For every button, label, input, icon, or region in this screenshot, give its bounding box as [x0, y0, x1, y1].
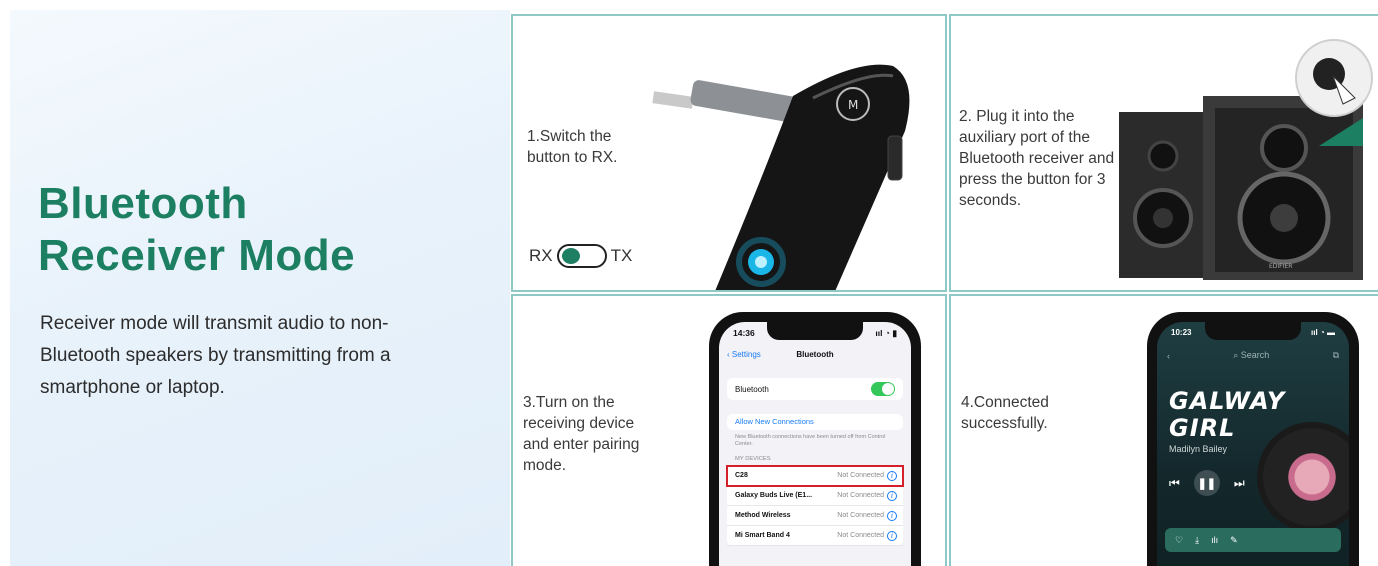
device-status: Not Connected — [837, 492, 884, 499]
song-title-line2: GIRL — [1169, 414, 1236, 442]
adapter-logo: M — [848, 98, 858, 112]
device-list: C28 Not Connected i Galaxy Buds Live (E1.… — [726, 465, 904, 546]
music-action-bar: ♡ ⤓ ılı ✎ — [1165, 528, 1341, 552]
playback-controls: ⏮ ❚❚ ⏭ — [1169, 470, 1245, 496]
switch-knob — [561, 248, 580, 264]
phone-notch — [1205, 322, 1301, 340]
bluetooth-toggle[interactable] — [871, 382, 895, 396]
info-icon[interactable]: i — [887, 490, 897, 501]
device-name: C28 — [735, 472, 748, 479]
ios-screen: 14:36 ııl ◔ ▮ ‹ Settings Bluetooth Bluet… — [719, 322, 911, 566]
bluetooth-adapter-image: M — [652, 64, 910, 290]
share-icon[interactable]: ⧉ — [1333, 350, 1339, 361]
step-4-panel: 4.Connected successfully. 10:23 ııl ◔ ▬ … — [949, 294, 1378, 566]
edit-icon[interactable]: ✎ — [1230, 535, 1238, 546]
step-1-panel: 1.Switch the button to RX. RX TX M — [511, 14, 947, 292]
speakers-image: EDIFIER — [1119, 39, 1373, 280]
device-status: Not Connected — [837, 472, 884, 479]
back-label: Settings — [731, 350, 761, 359]
hero-title-line1: Bluetooth — [38, 179, 248, 228]
step-2-text: 2. Plug it into the auxiliary port of th… — [959, 108, 1115, 209]
speaker-brand: EDIFIER — [1269, 263, 1292, 270]
hero-title: Bluetooth Receiver Mode — [38, 178, 498, 282]
music-search[interactable]: ⌕ Search — [1233, 350, 1269, 361]
my-devices-header: MY DEVICES — [735, 456, 771, 462]
step-3-panel: 3.Turn on the receiving device and enter… — [511, 294, 947, 566]
hero-panel: Bluetooth Receiver Mode Receiver mode wi… — [10, 10, 510, 566]
music-top-bar: ‹ ⌕ Search ⧉ — [1167, 350, 1339, 361]
iphone-settings: 14:36 ııl ◔ ▮ ‹ Settings Bluetooth Bluet… — [709, 312, 921, 566]
device-name: Method Wireless — [735, 512, 791, 519]
pause-button[interactable]: ❚❚ — [1193, 470, 1220, 496]
ios-time: 14:36 — [733, 328, 755, 338]
tx-label: TX — [610, 246, 633, 265]
song-title: GALWAY GIRL — [1169, 388, 1285, 442]
device-status: Not Connected — [837, 532, 884, 539]
hero-description: Receiver mode will transmit audio to non… — [40, 313, 391, 398]
bluetooth-toggle-row[interactable]: Bluetooth — [727, 378, 903, 400]
iphone-music-player: 10:23 ııl ◔ ▬ ‹ ⌕ Search ⧉ GALWAY GIRL M… — [1147, 312, 1359, 566]
heart-icon[interactable]: ♡ — [1175, 535, 1183, 546]
device-name: Mi Smart Band 4 — [735, 532, 790, 539]
music-screen: 10:23 ııl ◔ ▬ ‹ ⌕ Search ⧉ GALWAY GIRL M… — [1157, 322, 1349, 566]
ios-nav-bar: ‹ Settings Bluetooth — [727, 350, 903, 359]
info-icon[interactable]: i — [887, 470, 897, 481]
back-button[interactable]: ‹ Settings — [727, 350, 761, 359]
step-2-panel: 2. Plug it into the auxiliary port of th… — [949, 14, 1378, 292]
device-row[interactable]: Mi Smart Band 4 Not Connected i — [727, 526, 903, 546]
step-3-text: 3.Turn on the receiving device and enter… — [523, 394, 640, 474]
allow-connections-link[interactable]: Allow New Connections — [727, 414, 903, 430]
bluetooth-label: Bluetooth — [735, 384, 769, 394]
hero-title-line2: Receiver Mode — [38, 231, 356, 280]
song-title-line1: GALWAY — [1169, 387, 1286, 415]
step-1-text: 1.Switch the button to RX. — [527, 128, 618, 166]
back-chevron-icon[interactable]: ‹ — [1167, 351, 1170, 361]
info-icon[interactable]: i — [887, 530, 897, 541]
music-time: 10:23 — [1171, 328, 1192, 337]
device-status: Not Connected — [837, 512, 884, 519]
phone-notch — [767, 322, 863, 340]
device-row[interactable]: Galaxy Buds Live (E1... Not Connected i — [727, 486, 903, 506]
device-row-c28[interactable]: C28 Not Connected i — [726, 465, 904, 487]
info-icon[interactable]: i — [887, 510, 897, 521]
equalizer-icon[interactable]: ılı — [1211, 535, 1218, 545]
next-icon[interactable]: ⏭ — [1234, 476, 1245, 491]
previous-icon[interactable]: ⏮ — [1169, 476, 1180, 491]
switch-toggle — [556, 244, 607, 268]
bluetooth-note: New Bluetooth connections have been turn… — [735, 434, 886, 447]
signal-icon: ııl ◔ ▬ — [1311, 328, 1335, 337]
search-placeholder: Search — [1240, 350, 1270, 360]
device-row[interactable]: Method Wireless Not Connected i — [727, 506, 903, 526]
signal-icon: ııl ◔ ▮ — [875, 328, 897, 338]
rx-tx-switch: RX TX — [529, 244, 632, 268]
artist-name: Madilyn Bailey — [1169, 444, 1228, 454]
download-icon[interactable]: ⤓ — [1195, 535, 1199, 546]
search-icon: ⌕ — [1233, 350, 1239, 360]
step-4-text: 4.Connected successfully. — [961, 394, 1049, 432]
rx-label: RX — [529, 246, 553, 265]
device-name: Galaxy Buds Live (E1... — [735, 492, 813, 499]
